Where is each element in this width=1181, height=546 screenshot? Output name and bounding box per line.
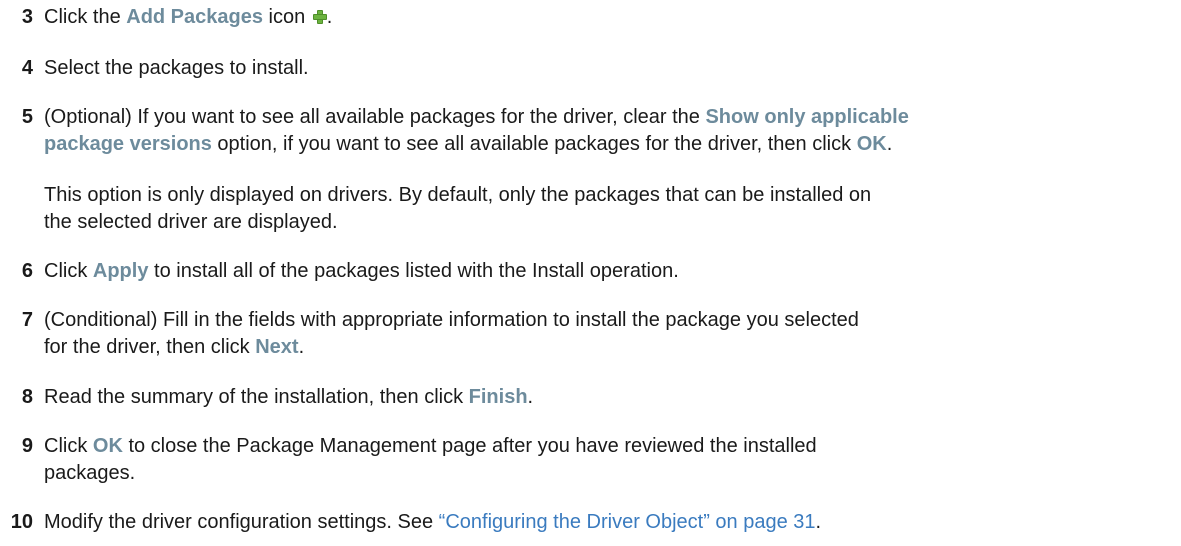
ui-label-package-versions: package versions xyxy=(44,133,212,155)
step-number: 3 xyxy=(21,6,33,28)
step-text-part: . xyxy=(298,336,305,358)
cross-reference-link[interactable]: “Configuring the Driver Object” on page … xyxy=(439,511,816,533)
note-line: This option is only displayed on drivers… xyxy=(44,184,872,206)
note-line: the selected driver are displayed. xyxy=(44,211,338,233)
step-text-part: Read the summary of the installation, th… xyxy=(44,386,469,408)
ui-label-finish: Finish xyxy=(468,386,528,408)
step-line: Click OK to close the Package Management… xyxy=(44,433,1176,460)
ui-label-apply: Apply xyxy=(92,260,149,282)
step-text-part: . xyxy=(886,133,893,155)
add-package-icon xyxy=(312,10,327,24)
step-number: 7 xyxy=(21,309,33,331)
ui-label-next: Next xyxy=(255,336,299,358)
step-text: Click the Add Packages icon . xyxy=(44,4,1176,31)
step-number: 9 xyxy=(21,435,33,457)
step-number: 10 xyxy=(10,511,33,533)
step-text-part: . xyxy=(326,6,333,28)
step-line: packages. xyxy=(44,462,136,484)
step-text-part: (Optional) If you want to see all availa… xyxy=(44,106,706,128)
step-text: (Conditional) Fill in the fields with ap… xyxy=(44,307,1176,361)
step-text-part: option, if you want to see all available… xyxy=(211,133,857,155)
step-text-part: Modify the driver configuration settings… xyxy=(44,511,439,533)
step-line: for the driver, then click Next. xyxy=(44,334,1176,361)
step-text: Click Apply to install all of the packag… xyxy=(44,258,1176,285)
step-line: (Optional) If you want to see all availa… xyxy=(44,104,1176,131)
step-text-part: to install all of the packages listed wi… xyxy=(148,260,679,282)
step-text: (Optional) If you want to see all availa… xyxy=(44,104,1176,158)
step-line: package versions option, if you want to … xyxy=(44,131,1176,158)
step-number: 8 xyxy=(21,386,33,408)
step-text-part: . xyxy=(527,386,534,408)
step-text-part: for the driver, then click xyxy=(44,336,256,358)
step-text-part: Click xyxy=(44,435,93,457)
step-text: Click OK to close the Package Management… xyxy=(44,433,1176,487)
step-text-part: to close the Package Management page aft… xyxy=(122,435,817,457)
step-number: 6 xyxy=(21,260,33,282)
document-page: 3 Click the Add Packages icon . 4 Select… xyxy=(0,0,1181,546)
step-text: Modify the driver configuration settings… xyxy=(44,509,1176,536)
ui-label-add-packages: Add Packages xyxy=(126,6,263,28)
step-text-part: . xyxy=(815,511,822,533)
step-number: 5 xyxy=(21,106,33,128)
ui-label-show-only-applicable: Show only applicable xyxy=(705,106,909,128)
step-line: (Conditional) Fill in the fields with ap… xyxy=(44,309,859,331)
ui-label-ok: OK xyxy=(92,435,123,457)
step-text: Read the summary of the installation, th… xyxy=(44,384,1176,411)
step-text: Select the packages to install. xyxy=(44,57,309,79)
step-text-part: icon xyxy=(262,6,311,28)
step-text-part: Click xyxy=(44,260,93,282)
ui-label-ok: OK xyxy=(856,133,887,155)
step-5-note: This option is only displayed on drivers… xyxy=(44,182,1164,236)
step-text-part: Click the xyxy=(44,6,127,28)
step-number: 4 xyxy=(21,57,33,79)
